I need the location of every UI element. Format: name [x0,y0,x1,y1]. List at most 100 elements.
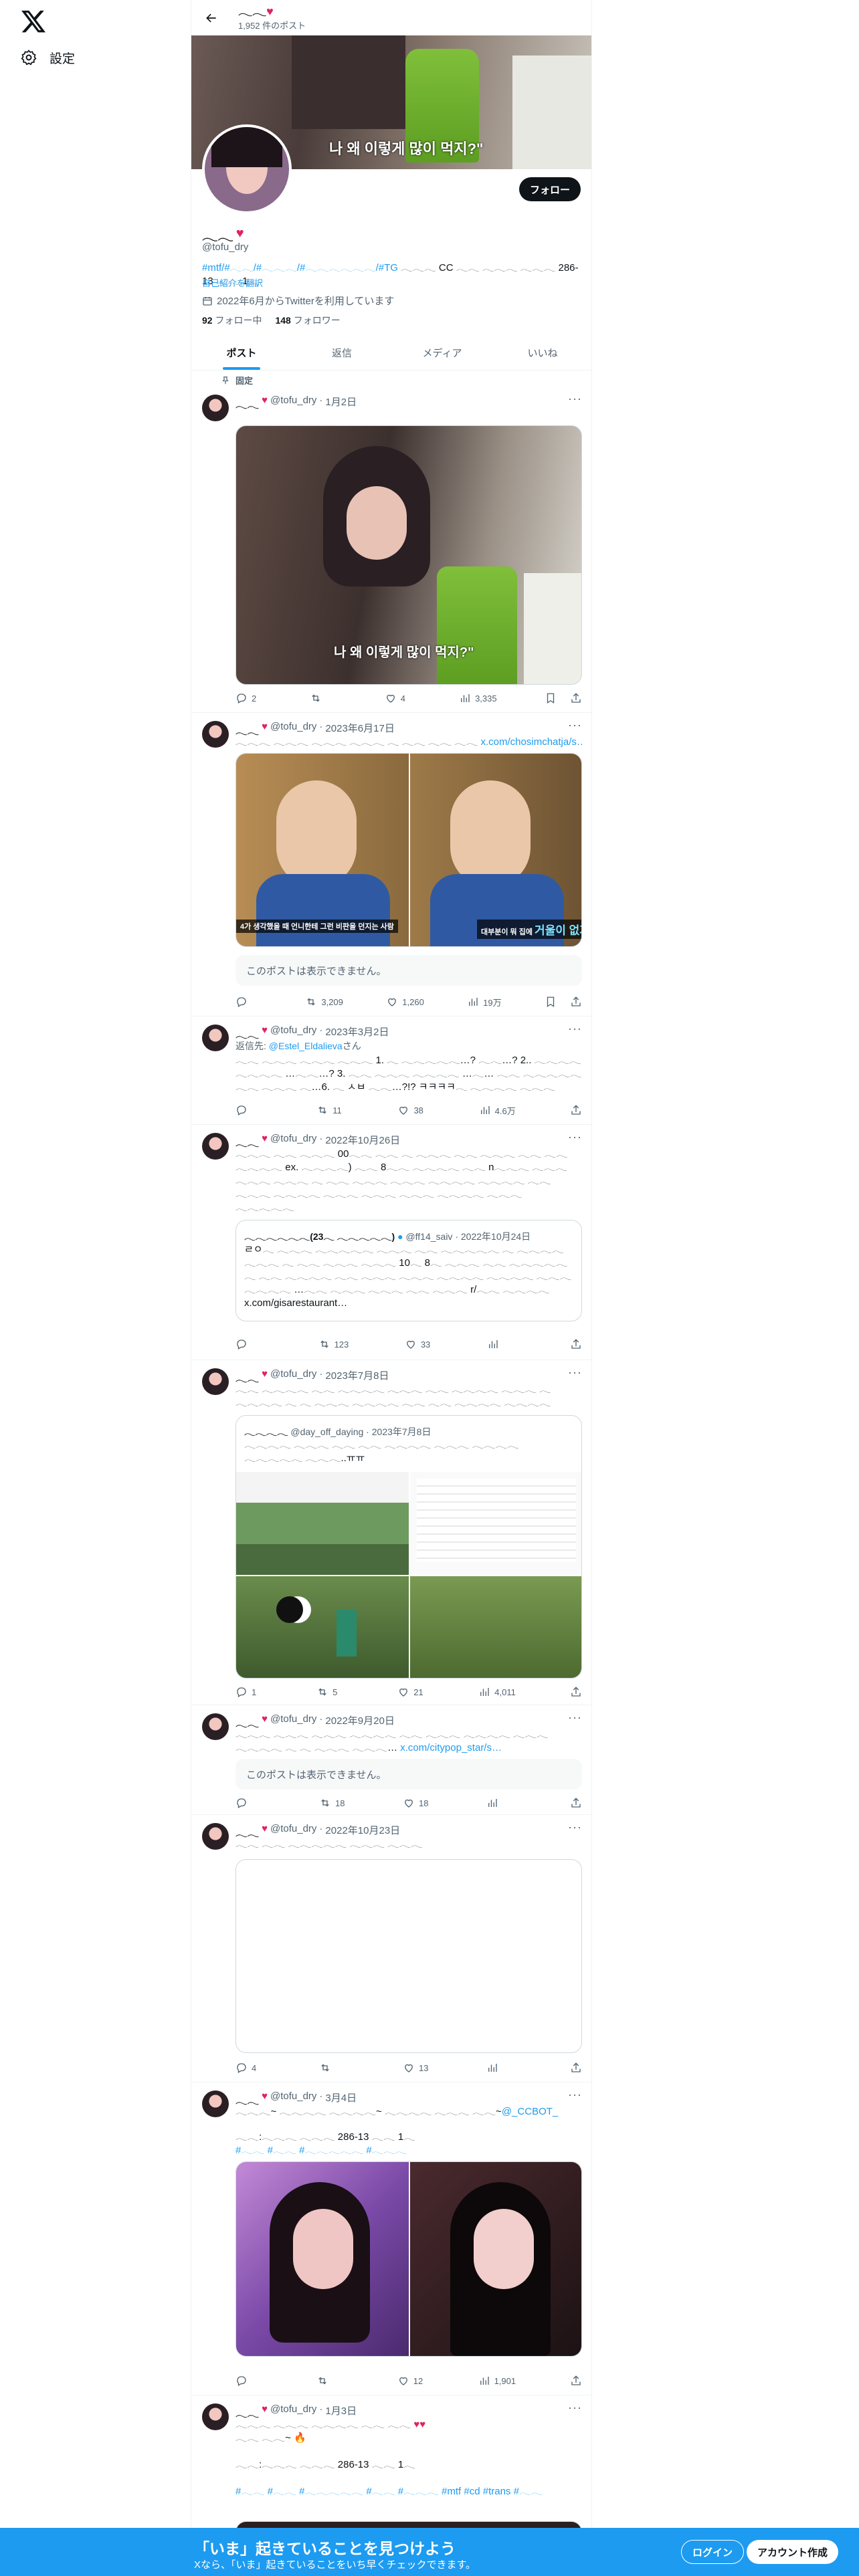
bookmark-icon[interactable] [545,692,557,704]
tweet-link[interactable]: x.com/chosimchatja/s… [478,736,583,748]
bio-hashtags[interactable]: #mtf/#𓂃𓂃/#𓂃𓂃𓂃/#𓂃𓂃𓂃𓂃𓂃𓂃/#TG [202,262,398,274]
tab-media[interactable]: メディア [392,335,492,370]
tweet-avatar[interactable] [202,1133,229,1160]
tweet[interactable]: 𓂃𓂃 ♥ @tofu_dry · 2023年7月8日 ··· 𓂃𓂃 𓂃𓂃𓂃𓂃 𓂃𓂃 𓂃𓂃… [191,1360,591,1705]
share-icon[interactable] [570,692,582,704]
share-icon[interactable] [570,996,582,1008]
quote-tweet[interactable]: 𓂃𓂃𓂃𓂃𓂃𓂃(23𓂃 𓂃𓂃𓂃𓂃𓂃) ● @ff14_saiv · 2022年10… [235,1220,582,1321]
share-icon[interactable] [570,1797,582,1809]
share-icon[interactable] [570,1104,582,1116]
retweet-button[interactable]: 18 [319,1797,346,1809]
tweet[interactable]: 𓂃𓂃 ♥ @tofu_dry · 2022年10月23日 ··· 𓂃𓂃 𓂃𓂃 𓂃𓂃𓂃𓂃𓂃… [191,1815,591,2082]
tweet-avatar[interactable] [202,2090,229,2117]
like-button[interactable]: 13 [403,2062,430,2074]
reply-button[interactable]: 4 [235,2062,262,2074]
tab-replies[interactable]: 返信 [292,335,392,370]
tweet[interactable]: 𓂃𓂃 ♥ @tofu_dry · 2022年10月26日 ··· 𓂃𓂃𓂃 𓂃𓂃 𓂃𓂃𓂃 … [191,1125,591,1360]
views-button[interactable] [486,1797,513,1809]
tweet[interactable]: 𓂃𓂃 ♥ @tofu_dry · 3月4日 ··· 𓂃𓂃𓂃~ 𓂃𓂃𓂃𓂃 𓂃𓂃𓂃𓂃~ 𓂃𓂃… [191,2082,591,2395]
tweet-avatar[interactable] [202,1368,229,1395]
tweet-avatar[interactable] [202,2403,229,2430]
calendar-icon [203,296,212,306]
reply-button[interactable] [235,1104,262,1116]
signup-button[interactable]: アカウント作成 [747,2540,839,2564]
views-button[interactable] [487,1338,514,1350]
tweet-media[interactable] [235,2161,582,2357]
login-button[interactable]: ログイン [681,2540,745,2564]
more-icon[interactable]: ··· [568,1022,582,1036]
tweet[interactable]: 𓂃𓂃 ♥ @tofu_dry · 2023年3月2日 ··· 返信先: @Estel_E… [191,1016,591,1125]
share-icon[interactable] [570,2062,582,2074]
tweet-avatar[interactable] [202,721,229,748]
back-button[interactable] [199,6,223,30]
follow-button[interactable]: フォロー [518,177,581,201]
tweet-avatar[interactable] [202,1025,229,1051]
like-button[interactable]: 33 [405,1338,432,1350]
like-button[interactable]: 1,260 [386,996,424,1008]
retweet-button[interactable]: 3,209 [305,996,343,1008]
tweet-hashtags[interactable]: #𓂃𓂃 #𓂃𓂃 #𓂃𓂃𓂃𓂃𓂃 #𓂃𓂃 #𓂃𓂃𓂃 #mtf #cd #trans … [235,2485,582,2498]
more-icon[interactable]: ··· [568,1366,582,1380]
retweet-button[interactable]: 11 [316,1104,343,1116]
tweet-media[interactable]: 4가 생각했을 때 언니한테 그런 비판을 던지는 사람 대부분이 뭐 집에 거… [235,753,582,947]
like-button[interactable]: 38 [397,1104,424,1116]
views-button[interactable]: 4.6万 [479,1104,516,1117]
bookmark-icon[interactable] [545,996,557,1008]
more-icon[interactable]: ··· [568,2088,582,2102]
like-button[interactable]: 18 [403,1797,430,1809]
mention-link[interactable]: @_CCBOT_ [502,2106,558,2117]
avatar[interactable] [202,124,292,214]
more-icon[interactable]: ··· [568,1130,582,1144]
translate-bio-link[interactable]: 自己紹介を翻訳 [202,276,263,289]
following-link[interactable]: 92 フォロー中 [202,314,262,327]
x-logo[interactable] [20,8,47,35]
chart-icon [488,1799,497,1807]
tab-posts[interactable]: ポスト [191,335,292,370]
retweet-button[interactable] [310,692,337,704]
more-icon[interactable]: ··· [568,392,582,406]
tweet[interactable]: 𓂃𓂃 ♥ @tofu_dry · 2023年6月17日 ··· 𓂃𓂃𓂃 𓂃𓂃𓂃 𓂃𓂃𓂃 … [191,713,591,1016]
share-icon[interactable] [570,2375,582,2387]
tweet-avatar[interactable] [202,1823,229,1850]
quote-media-grid[interactable] [236,1472,581,1678]
views-button[interactable]: 1,901 [478,2375,516,2387]
views-button[interactable]: 4,011 [478,1686,516,1698]
chart-icon [480,2377,489,2385]
banner-caption: 나 왜 이렇게 많이 먹지?" [329,140,484,157]
more-icon[interactable]: ··· [568,718,582,732]
retweet-button[interactable] [319,2062,346,2074]
like-button[interactable]: 21 [397,1686,424,1698]
more-icon[interactable]: ··· [568,2401,582,2415]
reply-button[interactable] [235,1338,262,1350]
views-button[interactable]: 19万 [467,996,502,1008]
views-button[interactable]: 3,335 [459,692,497,704]
reply-button[interactable]: 1 [235,1686,262,1698]
tweet-link[interactable]: x.com/citypop_star/s… [397,1742,502,1753]
views-button[interactable] [486,2062,513,2074]
tweet-hashtags[interactable]: #𓂃𓂃 #𓂃𓂃 #𓂃𓂃𓂃𓂃𓂃 #𓂃𓂃𓂃 [235,2144,582,2157]
tweet[interactable]: 𓂃𓂃 ♥ @tofu_dry · 1月2日 ··· 나 왜 이렇게 많이 먹지?" 2 … [191,387,591,713]
reply-button[interactable] [235,1797,262,1809]
tweet[interactable]: 𓂃𓂃 ♥ @tofu_dry · 2022年9月20日 ··· 𓂃𓂃𓂃 𓂃𓂃𓂃 𓂃𓂃𓂃 … [191,1705,591,1815]
quote-tweet[interactable]: 𓂃𓂃𓂃𓂃 @day_off_daying · 2023年7月8日 𓂃𓂃𓂃𓂃 𓂃𓂃… [235,1415,582,1679]
more-icon[interactable]: ··· [568,1711,582,1725]
more-icon[interactable]: ··· [568,1820,582,1834]
reply-button[interactable] [235,996,262,1008]
share-icon[interactable] [570,1338,582,1350]
retweet-button[interactable]: 5 [316,1686,343,1698]
tweet-avatar[interactable] [202,395,229,421]
retweet-button[interactable]: 123 [318,1338,349,1350]
reply-button[interactable] [235,2375,262,2387]
retweet-button[interactable] [316,2375,343,2387]
reply-button[interactable]: 2 [235,692,262,704]
tab-likes[interactable]: いいね [492,335,591,370]
share-icon[interactable] [570,1686,582,1698]
followers-link[interactable]: 148 フォロワー [275,314,340,327]
tweet-media[interactable]: 나 왜 이렇게 많이 먹지?" [235,425,582,685]
nav-settings[interactable]: 設定 [20,44,75,71]
tweet-media-placeholder[interactable] [235,1859,582,2053]
like-button[interactable]: 12 [397,2375,424,2387]
like-button[interactable]: 4 [385,692,411,704]
reply-to-mention[interactable]: @Estel_Eldalieva [269,1041,343,1051]
tweet-avatar[interactable] [202,1713,229,1740]
